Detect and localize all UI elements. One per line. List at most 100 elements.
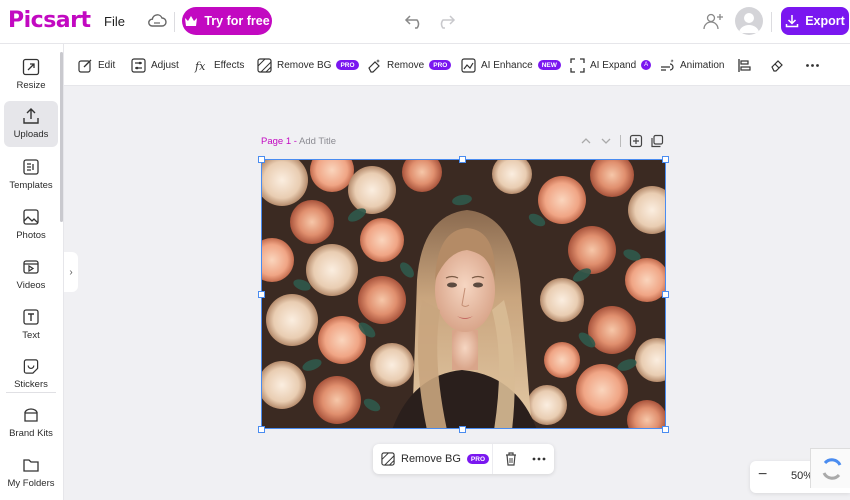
resize-handle-bottom[interactable] [459, 426, 466, 433]
sidebar-item-label: Text [22, 330, 40, 341]
sidebar-item-label: My Folders [7, 478, 55, 489]
tool-ai-expand[interactable]: AI Expand A [570, 56, 652, 74]
more-tools-button[interactable] [805, 56, 820, 74]
text-icon [23, 309, 39, 325]
new-badge: NEW [537, 60, 561, 70]
download-icon [785, 15, 799, 28]
tool-label: Edit [98, 59, 116, 71]
canvas-image[interactable] [261, 159, 666, 429]
avatar[interactable] [735, 7, 763, 35]
templates-icon [23, 159, 39, 175]
resize-icon [22, 58, 40, 76]
folders-icon [23, 459, 39, 472]
videos-icon [23, 260, 39, 274]
tool-effects[interactable]: fx Effects [194, 56, 244, 74]
eraser-icon [368, 58, 380, 73]
photos-icon [23, 209, 39, 225]
cloud-icon[interactable] [147, 12, 167, 30]
collapse-panel-button[interactable]: › [64, 252, 78, 292]
sidebar-item-my-folders[interactable]: My Folders [4, 450, 58, 496]
align-icon [738, 58, 751, 72]
tool-label: Animation [680, 59, 725, 71]
add-page-icon[interactable] [629, 134, 643, 148]
sidebar-item-label: Brand Kits [9, 428, 53, 439]
tool-remove[interactable]: Remove PRO [367, 56, 452, 74]
portrait-image [262, 160, 665, 428]
sidebar-item-label: Stickers [14, 379, 48, 390]
trash-icon[interactable] [503, 451, 519, 467]
recaptcha-badge [810, 448, 850, 488]
sidebar-item-videos[interactable]: Videos [4, 252, 58, 298]
undo-icon[interactable] [404, 11, 426, 31]
sidebar-item-photos[interactable]: Photos [4, 202, 58, 248]
redo-icon[interactable] [434, 11, 456, 31]
tool-label: Remove BG [277, 59, 332, 71]
edit-toolbar: Edit Adjust fx Effects Remove BG PRO Rem… [64, 44, 850, 86]
header-divider [174, 12, 175, 32]
sidebar-item-label: Photos [16, 230, 46, 241]
tool-remove-bg[interactable]: Remove BG PRO [257, 56, 359, 74]
resize-handle-top[interactable] [459, 156, 466, 163]
context-divider [492, 444, 493, 474]
picsart-logo[interactable]: Picsart [8, 8, 91, 33]
resize-handle-right[interactable] [662, 291, 669, 298]
remove-bg-icon [257, 57, 272, 73]
context-remove-bg-label: Remove BG [401, 453, 461, 465]
resize-handle-top-right[interactable] [662, 156, 669, 163]
brand-kits-icon [24, 408, 38, 422]
ai-badge: A [641, 60, 652, 70]
sidebar-item-text[interactable]: Text [4, 302, 58, 348]
more-horizontal-icon[interactable] [531, 450, 547, 468]
export-label: Export [805, 14, 845, 28]
file-menu[interactable]: File [104, 14, 125, 29]
tool-edit[interactable]: Edit [78, 56, 115, 74]
page-down-icon[interactable] [599, 134, 613, 148]
sidebar-item-resize[interactable]: Resize [4, 52, 58, 98]
page-number: Page 1 - [261, 136, 297, 147]
add-collaborator-icon[interactable] [702, 11, 724, 31]
tool-animation[interactable]: Animation [660, 56, 724, 74]
resize-handle-bottom-right[interactable] [662, 426, 669, 433]
resize-handle-top-left[interactable] [258, 156, 265, 163]
sidebar-divider [6, 392, 56, 393]
zoom-out-button[interactable]: − [758, 466, 767, 484]
sidebar-item-brand-kits[interactable]: Brand Kits [4, 400, 58, 446]
export-button[interactable]: Export [781, 7, 849, 35]
sidebar-item-stickers[interactable]: Stickers [4, 352, 58, 390]
tool-ai-enhance[interactable]: AI Enhance NEW [461, 56, 561, 74]
eraser-tool-icon [771, 59, 783, 72]
crown-icon [185, 16, 198, 26]
resize-handle-bottom-left[interactable] [258, 426, 265, 433]
tool-align[interactable] [737, 56, 752, 74]
edit-icon [78, 59, 92, 73]
svg-text:fx: fx [194, 60, 206, 73]
tool-eraser[interactable] [770, 56, 785, 74]
tool-label: Effects [214, 59, 245, 71]
tool-adjust[interactable]: Adjust [131, 56, 179, 74]
left-sidebar: Resize Uploads Templates Photos Videos T… [0, 44, 64, 500]
more-horizontal-icon [806, 63, 819, 67]
resize-handle-left[interactable] [258, 291, 265, 298]
sidebar-item-templates[interactable]: Templates [4, 152, 58, 198]
stickers-icon [23, 359, 39, 374]
sidebar-item-label: Templates [9, 180, 53, 191]
expand-icon [570, 57, 585, 73]
sidebar-scrollbar[interactable] [60, 52, 63, 222]
page-title[interactable]: Page 1 - Add Title [261, 136, 336, 147]
page-up-icon[interactable] [579, 134, 593, 148]
adjust-icon [131, 57, 146, 73]
effects-icon: fx [194, 60, 206, 73]
chevron-right-icon: › [69, 266, 73, 278]
header-divider [771, 12, 772, 32]
sidebar-item-label: Resize [16, 80, 46, 91]
duplicate-page-icon[interactable] [650, 134, 664, 148]
tool-label: AI Enhance [481, 59, 533, 71]
context-remove-bg-button[interactable]: Remove BG PRO [381, 452, 490, 466]
sidebar-item-uploads[interactable]: Uploads [4, 101, 58, 147]
try-for-free-button[interactable]: Try for free [182, 7, 272, 35]
remove-bg-icon [381, 452, 395, 466]
pro-badge: PRO [466, 454, 490, 464]
recaptcha-icon [822, 458, 842, 480]
tool-label: Adjust [151, 59, 179, 71]
add-title-placeholder[interactable]: Add Title [299, 136, 336, 147]
